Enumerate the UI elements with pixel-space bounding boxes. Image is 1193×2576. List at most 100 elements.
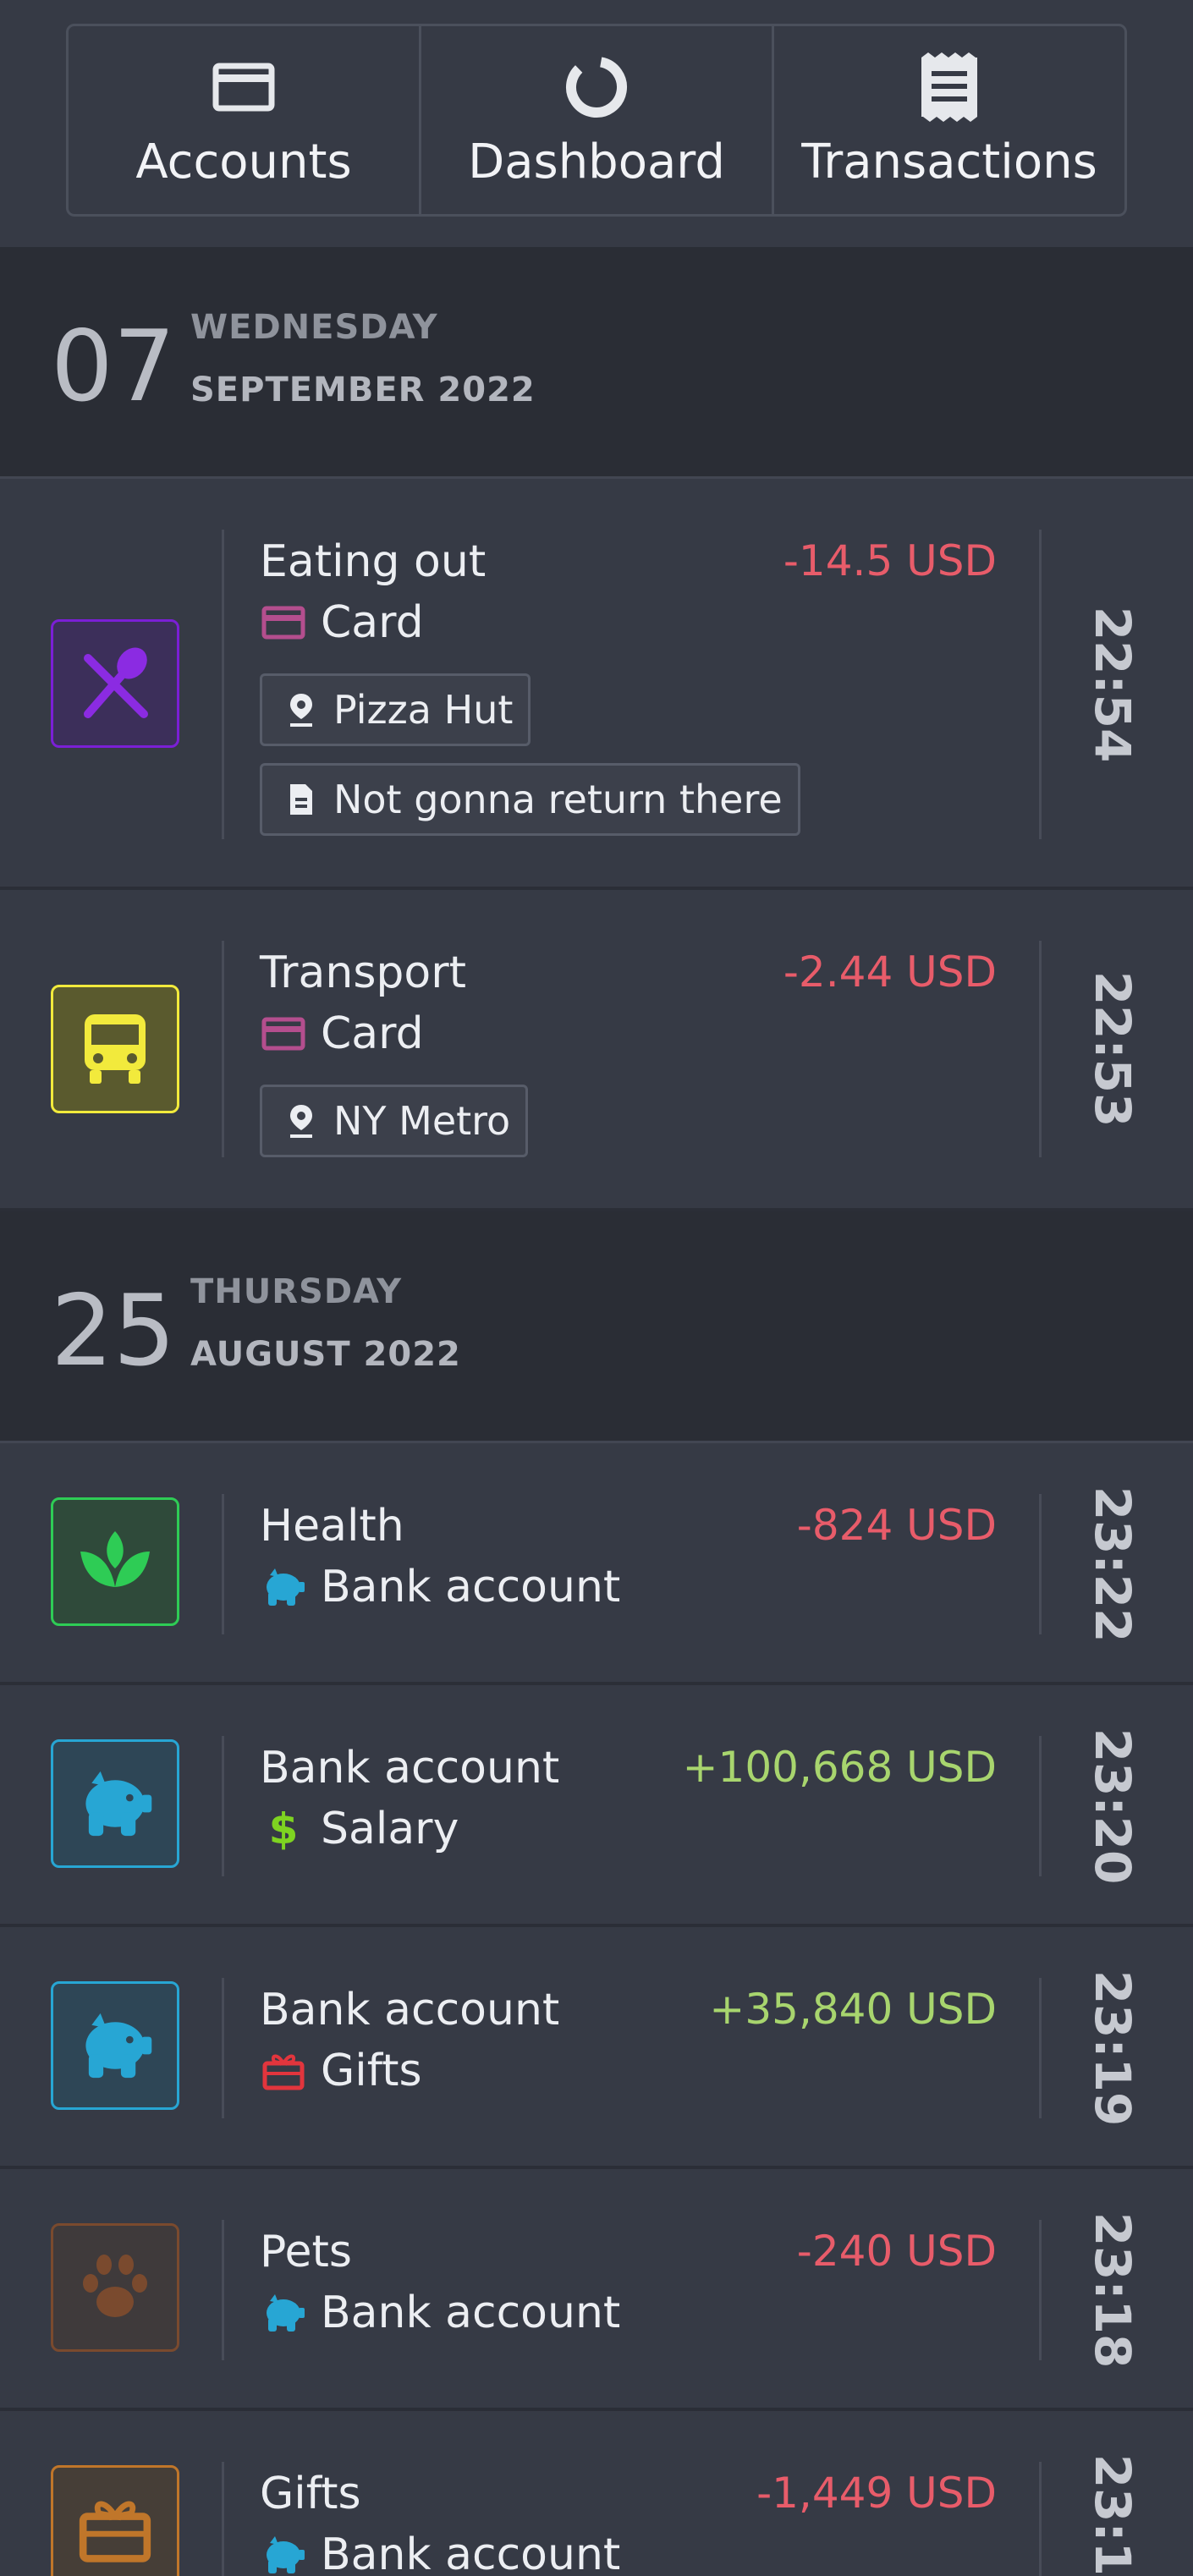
transaction-time: 23:22 xyxy=(1084,1486,1141,1643)
credit-card-icon xyxy=(212,52,275,123)
view-switcher: Accounts Dashboard Transactions xyxy=(66,24,1127,217)
transaction-category: Transport xyxy=(260,947,467,998)
transaction-time: 22:54 xyxy=(1084,606,1141,763)
paw-icon xyxy=(83,2255,147,2317)
date-day: 25 xyxy=(51,1274,176,1388)
piggy-bank-icon xyxy=(260,1563,307,1611)
dashboard-tab[interactable]: Dashboard xyxy=(421,26,774,214)
divider xyxy=(1039,1978,1042,2118)
category-icon-box xyxy=(51,2465,179,2576)
category-icon-box xyxy=(51,985,179,1113)
bus-icon xyxy=(85,1014,146,1084)
transactions-tab-label: Transactions xyxy=(801,134,1097,189)
note-label: Not gonna return there xyxy=(333,777,783,822)
location-tag: Pizza Hut xyxy=(260,673,531,746)
account-label: Bank account xyxy=(321,2529,621,2576)
transaction-amount: -824 USD xyxy=(796,1501,997,1550)
piggy-bank-icon xyxy=(85,2013,152,2079)
transaction-category: Gifts xyxy=(260,2469,361,2519)
category-icon-box xyxy=(51,1739,179,1868)
category-icon-box xyxy=(51,1497,179,1626)
transaction-time: 23:20 xyxy=(1084,1727,1141,1885)
divider xyxy=(222,1494,224,1634)
transaction-account: Card xyxy=(260,1010,424,1057)
location-pin-icon xyxy=(284,689,318,730)
divider xyxy=(1039,1736,1042,1876)
divider xyxy=(222,1736,224,1876)
divider xyxy=(222,1978,224,2118)
transaction-category: Health xyxy=(260,1501,404,1552)
note-tag: Not gonna return there xyxy=(260,763,800,836)
divider xyxy=(1039,941,1042,1157)
gift-icon xyxy=(79,2501,151,2562)
account-label: Card xyxy=(321,597,424,648)
piggy-bank-icon xyxy=(260,2531,307,2576)
account-label: Bank account xyxy=(321,1562,621,1612)
transaction-category: Bank account xyxy=(260,1743,560,1793)
accounts-tab[interactable]: Accounts xyxy=(69,26,421,214)
divider xyxy=(222,530,224,839)
transaction-row[interactable]: Gifts -1,449 USD Bank account 23:18 xyxy=(0,2411,1193,2576)
divider xyxy=(222,2462,224,2576)
transaction-account: $ Salary xyxy=(260,1804,459,1854)
location-label: Pizza Hut xyxy=(333,687,514,733)
date-header: 07 WEDNESDAY SEPTEMBER 2022 xyxy=(0,247,1193,479)
transaction-row[interactable]: Transport -2.44 USD Card NY Metro 22:53 xyxy=(0,890,1193,1211)
transaction-account: Bank account xyxy=(260,1563,620,1611)
gift-icon xyxy=(260,2047,307,2095)
piggy-bank-icon xyxy=(260,2289,307,2337)
divider xyxy=(1039,1494,1042,1634)
transaction-amount: -14.5 USD xyxy=(783,536,997,585)
category-icon-box xyxy=(51,1981,179,2110)
transaction-account: Card xyxy=(260,599,424,646)
note-icon xyxy=(284,779,318,820)
credit-card-icon xyxy=(260,599,307,646)
transaction-time: 22:53 xyxy=(1084,970,1141,1128)
transaction-category: Eating out xyxy=(260,536,487,587)
receipt-icon xyxy=(920,52,979,123)
account-label: Bank account xyxy=(321,2288,621,2338)
date-month-year: AUGUST 2022 xyxy=(190,1335,461,1374)
transaction-row[interactable]: Bank account +100,668 USD $ Salary 23:20 xyxy=(0,1685,1193,1927)
credit-card-icon xyxy=(260,1010,307,1057)
transaction-row[interactable]: Bank account +35,840 USD Gifts 23:19 xyxy=(0,1927,1193,2169)
dashboard-tab-label: Dashboard xyxy=(468,134,725,189)
top-bar: Accounts Dashboard Transactions xyxy=(0,0,1193,250)
transaction-time: 23:18 xyxy=(1084,2211,1141,2369)
transaction-row[interactable]: Pets -240 USD Bank account 23:18 xyxy=(0,2169,1193,2411)
location-tag: NY Metro xyxy=(260,1085,529,1157)
date-day: 07 xyxy=(51,310,176,424)
transaction-amount: -2.44 USD xyxy=(783,947,997,997)
category-icon-box xyxy=(51,619,179,748)
transactions-tab[interactable]: Transactions xyxy=(774,26,1124,214)
transaction-account: Bank account xyxy=(260,2289,620,2337)
transaction-amount: +100,668 USD xyxy=(682,1743,997,1792)
piggy-bank-icon xyxy=(85,1771,152,1837)
transaction-category: Pets xyxy=(260,2227,352,2277)
transaction-amount: -1,449 USD xyxy=(756,2469,997,2518)
transaction-time: 23:19 xyxy=(1084,1969,1141,2127)
transaction-row[interactable]: Eating out -14.5 USD Card Pizza Hut Not … xyxy=(0,479,1193,890)
divider xyxy=(1039,2220,1042,2360)
donut-chart-icon xyxy=(563,52,630,123)
account-label: Salary xyxy=(321,1804,459,1854)
dollar-icon: $ xyxy=(268,1804,299,1854)
date-weekday: WEDNESDAY xyxy=(190,308,438,347)
transaction-time: 23:18 xyxy=(1084,2453,1141,2576)
fork-spoon-icon xyxy=(84,647,148,718)
date-weekday: THURSDAY xyxy=(190,1272,403,1311)
location-label: NY Metro xyxy=(333,1098,511,1144)
date-header: 25 THURSDAY AUGUST 2022 xyxy=(0,1211,1193,1443)
transaction-account: Gifts xyxy=(260,2047,422,2095)
account-label: Gifts xyxy=(321,2046,422,2096)
transaction-row[interactable]: Health -824 USD Bank account 23:22 xyxy=(0,1443,1193,1685)
divider xyxy=(222,941,224,1157)
transactions-screen: Accounts Dashboard Transactions 07 WEDNE… xyxy=(0,0,1193,2576)
leaf-icon xyxy=(80,1531,150,1587)
divider xyxy=(1039,530,1042,839)
transaction-amount: -240 USD xyxy=(796,2227,997,2276)
transaction-category: Bank account xyxy=(260,1985,560,2035)
category-icon-box xyxy=(51,2223,179,2352)
divider xyxy=(1039,2462,1042,2576)
transaction-account: Bank account xyxy=(260,2531,620,2576)
